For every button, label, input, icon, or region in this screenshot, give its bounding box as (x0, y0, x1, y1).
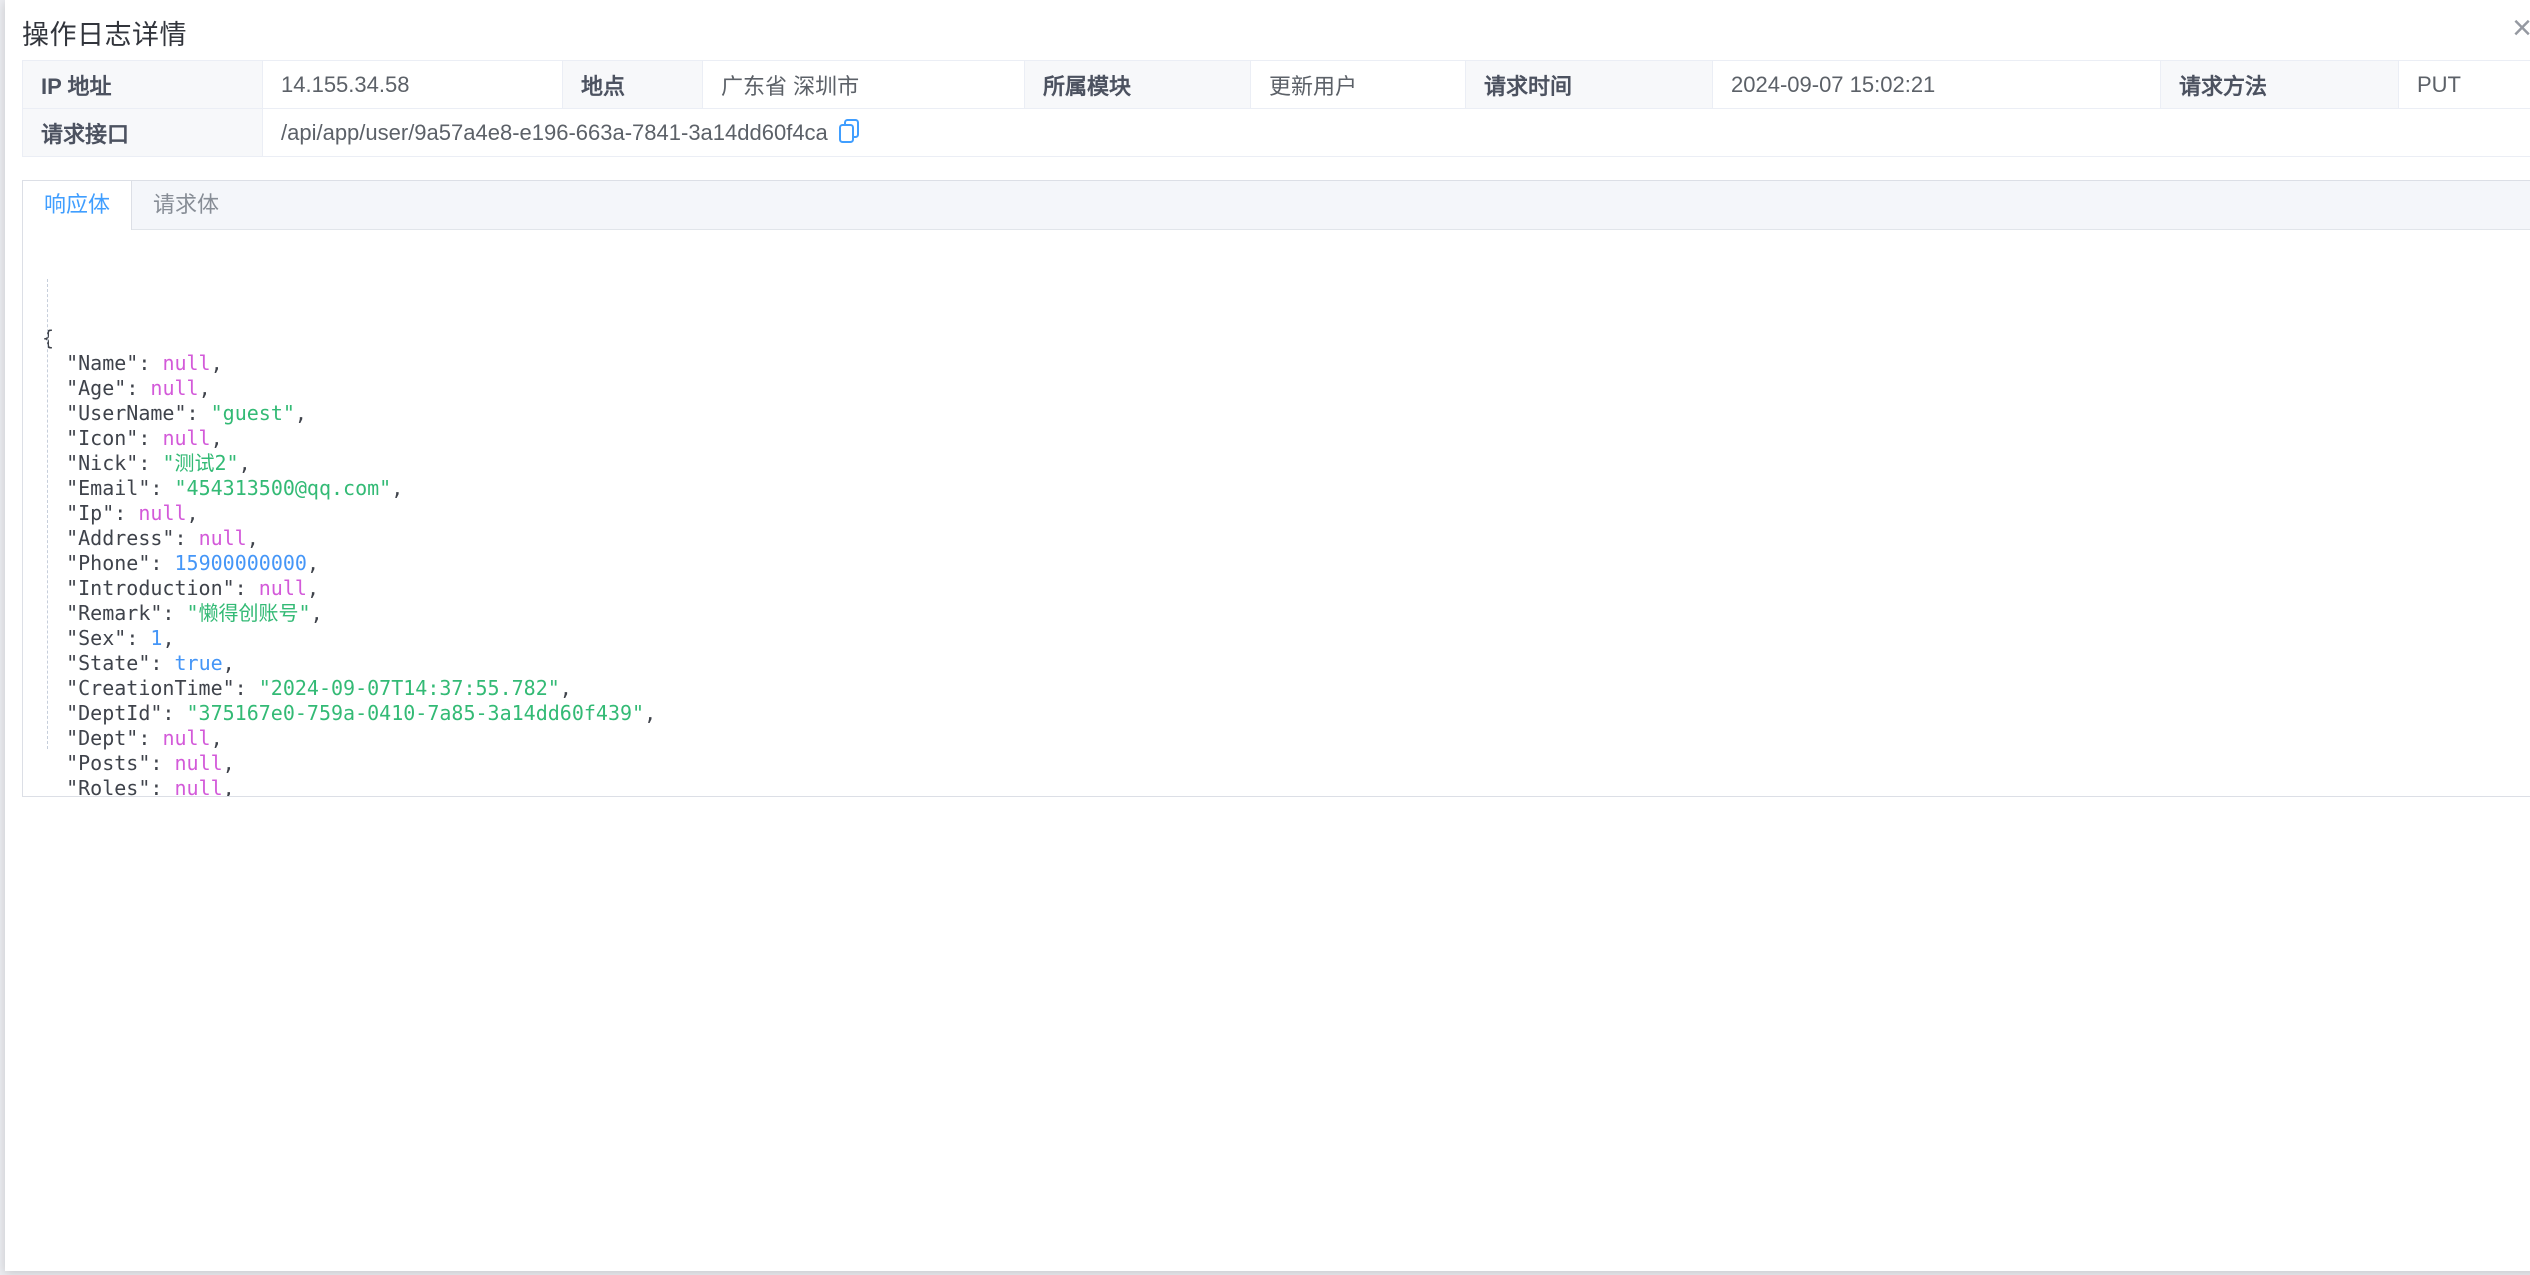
dialog-header: 操作日志详情 (22, 13, 2530, 60)
tab-request-body[interactable]: 请求体 (132, 181, 240, 229)
code-line: "Posts": null, (42, 751, 2530, 776)
operation-log-detail-dialog: 操作日志详情 IP 地址 14.155.34.58 地点 广东省 深圳市 所属模… (5, 0, 2530, 1271)
code-line: "Sex": 1, (42, 626, 2530, 651)
code-line: "Email": "454313500@qq.com", (42, 476, 2530, 501)
request-time-label: 请求时间 (1466, 61, 1713, 109)
code-line: "DeptId": "375167e0-759a-0410-7a85-3a14d… (42, 701, 2530, 726)
code-line: { (42, 326, 2530, 351)
indent-guide-line (47, 279, 48, 749)
tab-response-body[interactable]: 响应体 (23, 181, 132, 230)
code-line: "Dept": null, (42, 726, 2530, 751)
code-line: "Address": null, (42, 526, 2530, 551)
request-api-value: /api/app/user/9a57a4e8-e196-663a-7841-3a… (281, 120, 828, 146)
code-line: "Age": null, (42, 376, 2530, 401)
table-row: 请求接口 /api/app/user/9a57a4e8-e196-663a-78… (23, 109, 2530, 157)
code-line: "Remark": "懒得创账号", (42, 601, 2530, 626)
body-tabs-card: 响应体 请求体 { "Name": null, "Age": null, "Us… (22, 180, 2530, 797)
log-descriptions-table: IP 地址 14.155.34.58 地点 广东省 深圳市 所属模块 更新用户 … (22, 60, 2530, 157)
code-line: "UserName": "guest", (42, 401, 2530, 426)
request-method-label: 请求方法 (2161, 61, 2399, 109)
json-viewer: { "Name": null, "Age": null, "UserName":… (42, 251, 2530, 796)
location-value: 广东省 深圳市 (703, 61, 1025, 109)
tabs-header: 响应体 请求体 (23, 181, 2530, 230)
request-api-label: 请求接口 (23, 109, 263, 157)
code-line: "Ip": null, (42, 501, 2530, 526)
code-line: "Introduction": null, (42, 576, 2530, 601)
module-value: 更新用户 (1251, 61, 1466, 109)
table-row: IP 地址 14.155.34.58 地点 广东省 深圳市 所属模块 更新用户 … (23, 61, 2530, 109)
code-line: "CreationTime": "2024-09-07T14:37:55.782… (42, 676, 2530, 701)
code-line: "Icon": null, (42, 426, 2530, 451)
code-line: "Phone": 15900000000, (42, 551, 2530, 576)
location-label: 地点 (563, 61, 703, 109)
ip-address-label: IP 地址 (23, 61, 263, 109)
code-line: "State": true, (42, 651, 2530, 676)
request-api-cell: /api/app/user/9a57a4e8-e196-663a-7841-3a… (263, 109, 2530, 157)
code-line: "Roles": null, (42, 776, 2530, 796)
code-line: "Name": null, (42, 351, 2530, 376)
dialog-title: 操作日志详情 (22, 20, 187, 50)
ip-address-value: 14.155.34.58 (263, 61, 563, 109)
dialog-close-icon[interactable]: × (2502, 8, 2530, 48)
response-body-panel: { "Name": null, "Age": null, "UserName":… (23, 230, 2530, 796)
request-time-value: 2024-09-07 15:02:21 (1713, 61, 2161, 109)
json-code-lines: { "Name": null, "Age": null, "UserName":… (42, 326, 2530, 796)
copy-icon[interactable] (838, 118, 861, 150)
module-label: 所属模块 (1025, 61, 1251, 109)
request-method-value: PUT (2399, 61, 2530, 109)
code-line: "Nick": "测试2", (42, 451, 2530, 476)
